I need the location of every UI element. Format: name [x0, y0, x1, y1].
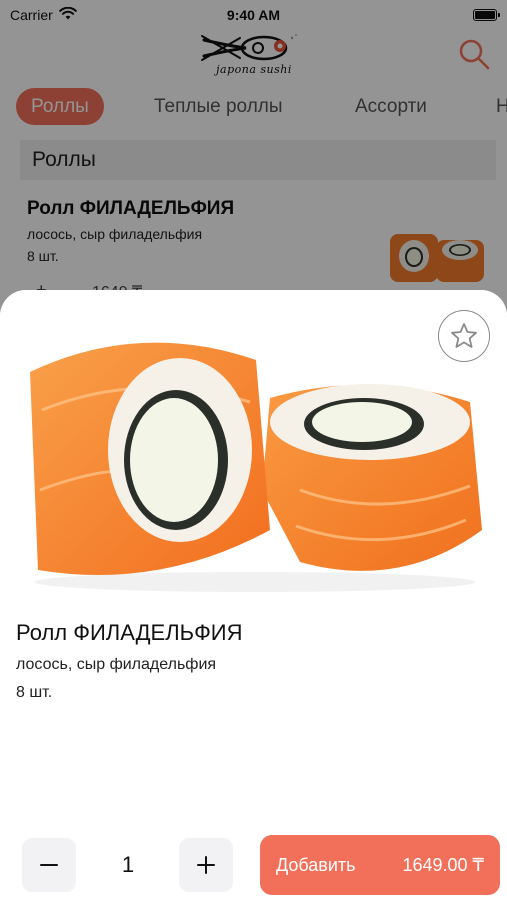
product-detail-sheet: Ролл ФИЛАДЕЛЬФИЯ лосось, сыр филадельфия… [0, 290, 507, 900]
quantity-value: 1 [121, 852, 135, 877]
increase-quantity-button[interactable] [179, 838, 233, 892]
minus-icon [40, 864, 58, 866]
plus-icon [197, 856, 215, 874]
product-photo [0, 290, 507, 605]
product-count: 8 шт. [16, 684, 53, 701]
product-description: лосось, сыр филадельфия [16, 656, 217, 673]
add-to-cart-button[interactable]: Добавить 1649.00 ₸ [260, 835, 500, 895]
favorite-button[interactable] [438, 310, 490, 362]
add-to-cart-label: Добавить [276, 854, 356, 875]
add-to-cart-price: 1649.00 ₸ [402, 854, 484, 875]
decrease-quantity-button[interactable] [22, 838, 76, 892]
star-outline-icon [451, 323, 477, 348]
product-title: Ролл ФИЛАДЕЛЬФИЯ [16, 620, 243, 645]
